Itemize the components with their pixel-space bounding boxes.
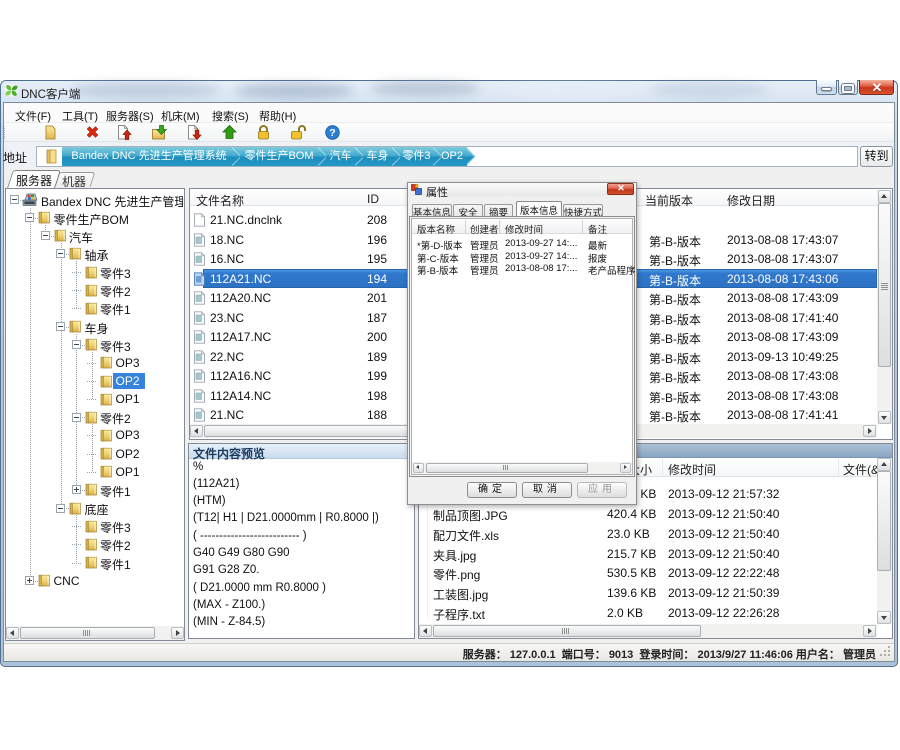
svg-text:?: ? [329,127,335,139]
